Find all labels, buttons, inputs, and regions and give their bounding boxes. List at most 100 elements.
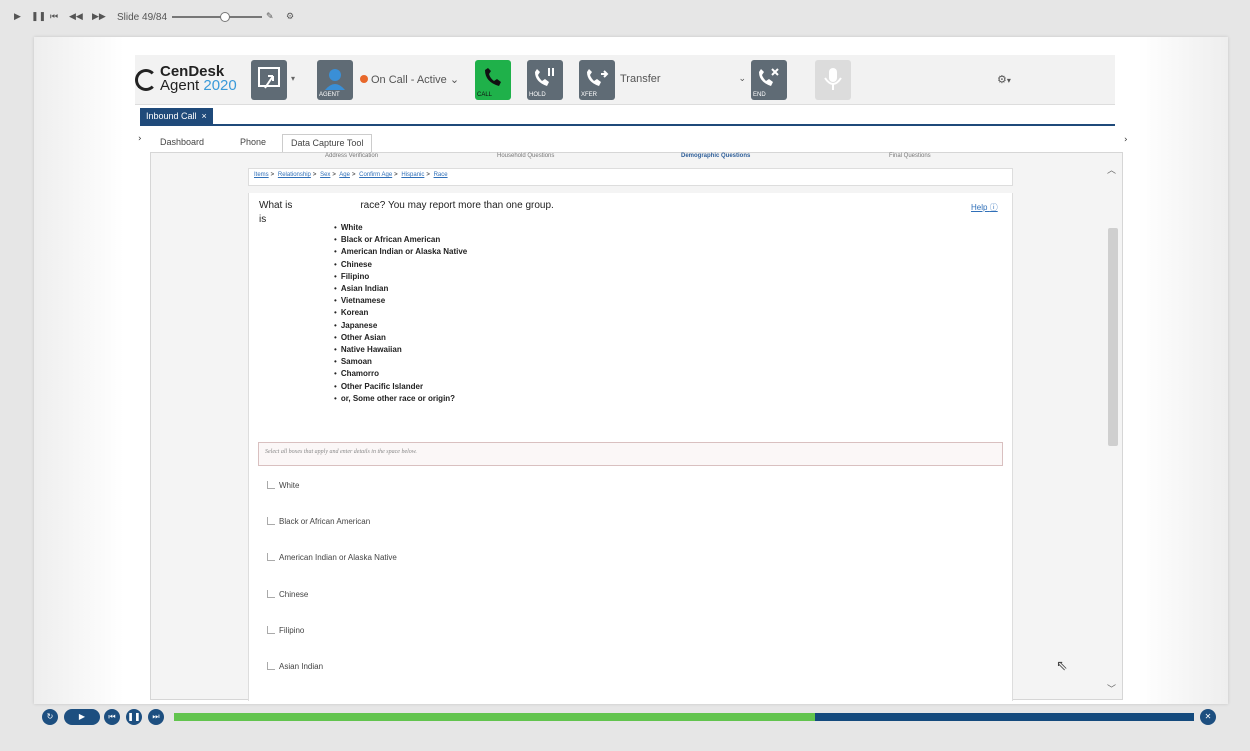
option-label: American Indian or Alaska Native [279, 553, 397, 562]
help-label: Help [971, 203, 988, 212]
play-icon: ▶ [78, 712, 86, 721]
question-text-line2: is [259, 214, 267, 225]
option-label: Filipino [279, 626, 305, 635]
option-filipino[interactable]: Filipino [267, 626, 304, 635]
play-button[interactable]: ▶ [64, 709, 100, 725]
race-read-list: White Black or African American American… [334, 222, 467, 405]
play-icon[interactable]: ▶ [14, 12, 21, 22]
tab-data-capture-tool[interactable]: Data Capture Tool [282, 134, 373, 152]
status-dot-icon [360, 75, 368, 83]
slide-left-shade [34, 37, 134, 704]
next-icon[interactable]: ⏭ [148, 709, 164, 725]
fast-forward-icon[interactable]: ▶▶ [92, 12, 106, 22]
race-list-item: Vietnamese [334, 295, 467, 307]
call-button[interactable]: CALL [475, 60, 511, 100]
race-list-item: or, Some other race or origin? [334, 393, 467, 405]
breadcrumb-items[interactable]: Items [254, 172, 269, 178]
transfer-dropdown[interactable]: Transfer ⌄ [620, 73, 746, 85]
option-label: Chinese [279, 590, 309, 599]
right-arrow-icon[interactable]: › [1124, 135, 1128, 145]
app-header: CenDesk Agent 2020 ▾ AGENT On Call - Act… [135, 55, 1115, 105]
race-list-item: Asian Indian [334, 283, 467, 295]
inbox-arrow-icon [258, 67, 280, 89]
option-black-or-african-american[interactable]: Black or African American [267, 517, 370, 526]
content-panel: Address Verification Household Questions… [150, 152, 1123, 701]
tab-underline [140, 124, 1115, 126]
transfer-label: Transfer [620, 73, 661, 85]
scroll-up-icon[interactable]: ︿ [1107, 163, 1116, 176]
breadcrumb-sex[interactable]: Sex [320, 172, 330, 178]
scroll-down-icon[interactable]: ﹀ [1107, 682, 1116, 695]
option-white[interactable]: White [267, 481, 299, 490]
tab-phone[interactable]: Phone [240, 134, 266, 152]
settings-menu[interactable]: ⚙▾ [997, 73, 1011, 86]
rewind-icon[interactable]: ◀◀ [69, 12, 83, 22]
option-asian-indian[interactable]: Asian Indian [267, 662, 323, 671]
cases-button[interactable] [251, 60, 287, 100]
slide-right-shade [1128, 37, 1228, 704]
slide-counter: Slide 49/84 [117, 12, 168, 23]
chevron-down-icon: ▾ [1006, 76, 1011, 85]
tab-dashboard[interactable]: Dashboard [160, 134, 204, 152]
checkbox-asian-indian[interactable] [267, 662, 275, 670]
breadcrumb-race[interactable]: Race [434, 172, 448, 178]
race-list-item: Other Pacific Islander [334, 381, 467, 393]
transfer-button[interactable]: XFER [579, 60, 615, 100]
settings-icon: ⚙ [997, 73, 1007, 86]
previous-icon[interactable]: ⏮ [104, 709, 120, 725]
help-link[interactable]: Help ⓘ [971, 202, 998, 213]
section-address-verification: Address Verification [325, 153, 379, 159]
status-dropdown[interactable]: On Call - Active ⌄ [360, 73, 459, 86]
pause-icon[interactable]: ❚❚ [31, 12, 46, 22]
logo-agent-word: Agent [160, 77, 200, 94]
logo-year: 2020 [203, 77, 237, 94]
headset-logo-icon [135, 69, 157, 91]
section-progress: Address Verification Household Questions… [151, 153, 1111, 163]
race-list-item: Other Asian [334, 332, 467, 344]
settings-gear-icon[interactable]: ⚙ [286, 12, 294, 22]
tab-inbound-call[interactable]: Inbound Call × [140, 108, 213, 125]
close-icon[interactable]: × [202, 111, 207, 121]
scroll-thumb[interactable] [1108, 228, 1118, 446]
checkbox-white[interactable] [267, 481, 275, 489]
option-label: White [279, 481, 300, 490]
end-caption: END [753, 92, 766, 98]
chevron-down-icon: ⌄ [449, 74, 460, 86]
question-card: What is race? You may report more than on… [248, 193, 1013, 701]
checkbox-chinese[interactable] [267, 590, 275, 598]
pencil-icon[interactable]: ✎ [266, 12, 274, 22]
breadcrumb-relationship[interactable]: Relationship [278, 172, 311, 178]
pause-icon[interactable]: ❚❚ [126, 709, 142, 725]
race-list-item: Black or African American [334, 234, 467, 246]
cases-dropdown-caret[interactable]: ▾ [291, 74, 295, 83]
race-list-item: White [334, 222, 467, 234]
subtab-bar: Dashboard Phone Data Capture Tool [150, 134, 1115, 152]
breadcrumb-age[interactable]: Age [339, 172, 350, 178]
replay-icon[interactable]: ↻ [42, 709, 58, 725]
instruction-box: Select all boxes that apply and enter de… [258, 442, 1003, 466]
mute-button[interactable] [815, 60, 851, 100]
breadcrumb-confirm-age[interactable]: Confirm Age [359, 172, 392, 178]
race-list-item: Korean [334, 307, 467, 319]
option-american-indian-or-alaska-native[interactable]: American Indian or Alaska Native [267, 553, 397, 562]
progress-bar[interactable] [174, 713, 1194, 721]
checkbox-filipino[interactable] [267, 626, 275, 634]
panel-scrollbar[interactable]: ︿ ﹀ [1106, 158, 1120, 698]
checkbox-black-or-african-american[interactable] [267, 517, 275, 525]
cendesk-logo: CenDesk Agent 2020 [135, 63, 245, 97]
hold-button[interactable]: HOLD [527, 60, 563, 100]
end-call-button[interactable]: END [751, 60, 787, 100]
question-start: What is [259, 200, 293, 211]
left-arrow-icon[interactable]: › [138, 134, 142, 144]
agent-button[interactable]: AGENT [317, 60, 353, 100]
close-icon[interactable]: ✕ [1200, 709, 1216, 725]
option-chinese[interactable]: Chinese [267, 590, 308, 599]
skip-start-icon[interactable]: ⏮ [50, 12, 58, 22]
slide-scrubber[interactable] [172, 12, 262, 22]
scrubber-knob[interactable] [219, 12, 230, 22]
question-end: race? You may report more than one group… [360, 200, 554, 211]
race-list-item: Native Hawaiian [334, 344, 467, 356]
breadcrumb-hispanic[interactable]: Hispanic [401, 172, 424, 178]
checkbox-american-indian-or-alaska-native[interactable] [267, 553, 275, 561]
phone-hold-icon [535, 68, 554, 86]
